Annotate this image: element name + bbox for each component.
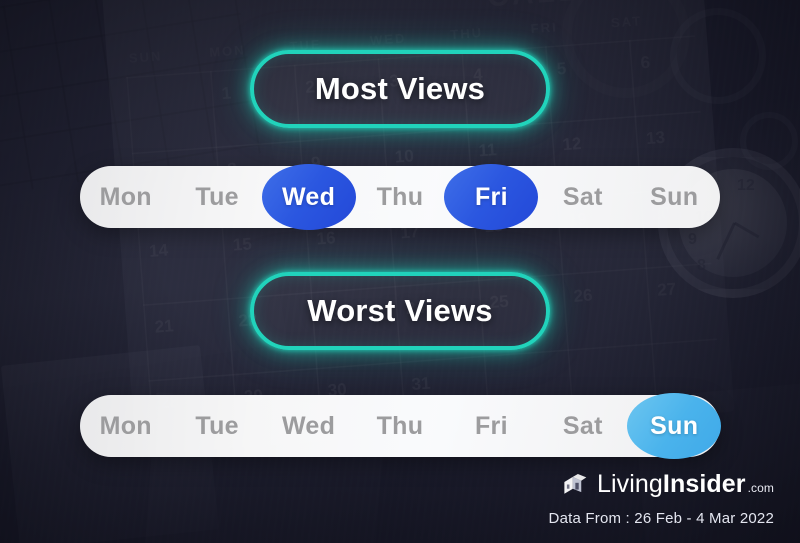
day-option-tue[interactable]: Tue xyxy=(171,166,262,228)
day-option-fri[interactable]: Fri xyxy=(446,166,537,228)
day-option-thu[interactable]: Thu xyxy=(354,395,445,457)
day-selector-most-views[interactable]: Mon Tue Wed Thu Fri Sat Sun xyxy=(80,166,720,228)
day-option-label: Thu xyxy=(376,411,424,440)
day-option-label: Tue xyxy=(195,182,239,211)
data-date-range: Data From : 26 Feb - 4 Mar 2022 xyxy=(548,510,774,527)
brand-domain-suffix: .com xyxy=(747,481,774,495)
day-option-label: Sun xyxy=(650,411,699,440)
brand-name-part2: Insider xyxy=(662,470,746,498)
heading-pill-most-views: Most Views xyxy=(250,50,550,128)
day-option-label: Sat xyxy=(562,182,603,211)
day-option-fri[interactable]: Fri xyxy=(446,395,537,457)
day-option-mon[interactable]: Mon xyxy=(80,166,171,228)
infographic-canvas: CALENDAR SUNMONTUEWEDTHUFRISAT 123456789… xyxy=(0,0,800,543)
day-option-sun[interactable]: Sun xyxy=(629,395,720,457)
brand-name-part1: Living xyxy=(597,470,663,498)
day-option-label: Sat xyxy=(562,411,603,440)
day-option-label: Fri xyxy=(474,182,508,211)
day-option-tue[interactable]: Tue xyxy=(171,395,262,457)
day-option-wed[interactable]: Wed xyxy=(263,395,354,457)
day-option-wed[interactable]: Wed xyxy=(263,166,354,228)
brand-logo[interactable]: Living Insider .com xyxy=(561,470,774,499)
heading-pill-worst-views: Worst Views xyxy=(250,272,550,350)
heading-most-views-label: Most Views xyxy=(314,71,486,106)
foreground-content: Most Views Mon Tue Wed Thu Fri Sat Sun Worst V… xyxy=(0,0,800,543)
day-option-label: Fri xyxy=(474,411,508,440)
day-option-label: Tue xyxy=(195,411,239,440)
day-option-sat[interactable]: Sat xyxy=(537,395,628,457)
day-option-label: Sun xyxy=(650,182,699,211)
brand-text: Living Insider .com xyxy=(597,470,774,499)
day-option-label: Wed xyxy=(281,411,336,440)
day-option-label: Wed xyxy=(281,182,336,211)
day-option-mon[interactable]: Mon xyxy=(80,395,171,457)
heading-worst-views-label: Worst Views xyxy=(307,293,493,328)
day-option-sat[interactable]: Sat xyxy=(537,166,628,228)
day-option-sun[interactable]: Sun xyxy=(629,166,720,228)
day-option-label: Mon xyxy=(99,411,152,440)
house-logo-icon xyxy=(564,473,587,494)
day-option-label: Mon xyxy=(99,182,152,211)
day-selector-worst-views[interactable]: Mon Tue Wed Thu Fri Sat Sun xyxy=(80,395,720,457)
day-option-label: Thu xyxy=(376,182,424,211)
day-option-thu[interactable]: Thu xyxy=(354,166,445,228)
